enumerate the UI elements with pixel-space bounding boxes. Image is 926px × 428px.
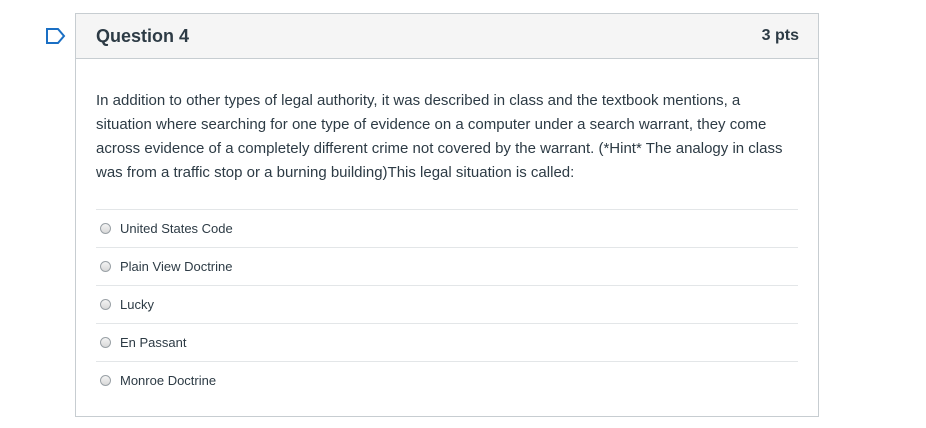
answer-option-united-states-code[interactable]: United States Code [96,209,798,247]
answer-option-plain-view-doctrine[interactable]: Plain View Doctrine [96,247,798,285]
question-card: Question 4 3 pts In addition to other ty… [75,13,819,417]
question-points: 3 pts [761,27,799,44]
radio-button[interactable] [100,223,111,234]
radio-button[interactable] [100,375,111,386]
radio-button[interactable] [100,337,111,348]
answer-label: Monroe Doctrine [120,373,217,388]
answer-label: Lucky [120,297,154,312]
answer-option-en-passant[interactable]: En Passant [96,323,798,361]
radio-button[interactable] [100,299,111,310]
quiz-page: Question 4 3 pts In addition to other ty… [0,0,926,428]
radio-button[interactable] [100,261,111,272]
answer-option-lucky[interactable]: Lucky [96,285,798,323]
answer-option-monroe-doctrine[interactable]: Monroe Doctrine [96,361,798,399]
answer-label: En Passant [120,335,187,350]
question-text: In addition to other types of legal auth… [96,92,783,181]
bookmark-flag-icon[interactable] [45,27,67,45]
question-body: In addition to other types of legal auth… [76,59,818,399]
answer-label: Plain View Doctrine [120,259,233,274]
question-header: Question 4 3 pts [76,14,818,59]
answer-list: United States Code Plain View Doctrine L… [96,209,798,399]
answer-label: United States Code [120,221,233,236]
question-title: Question 4 [96,25,190,46]
